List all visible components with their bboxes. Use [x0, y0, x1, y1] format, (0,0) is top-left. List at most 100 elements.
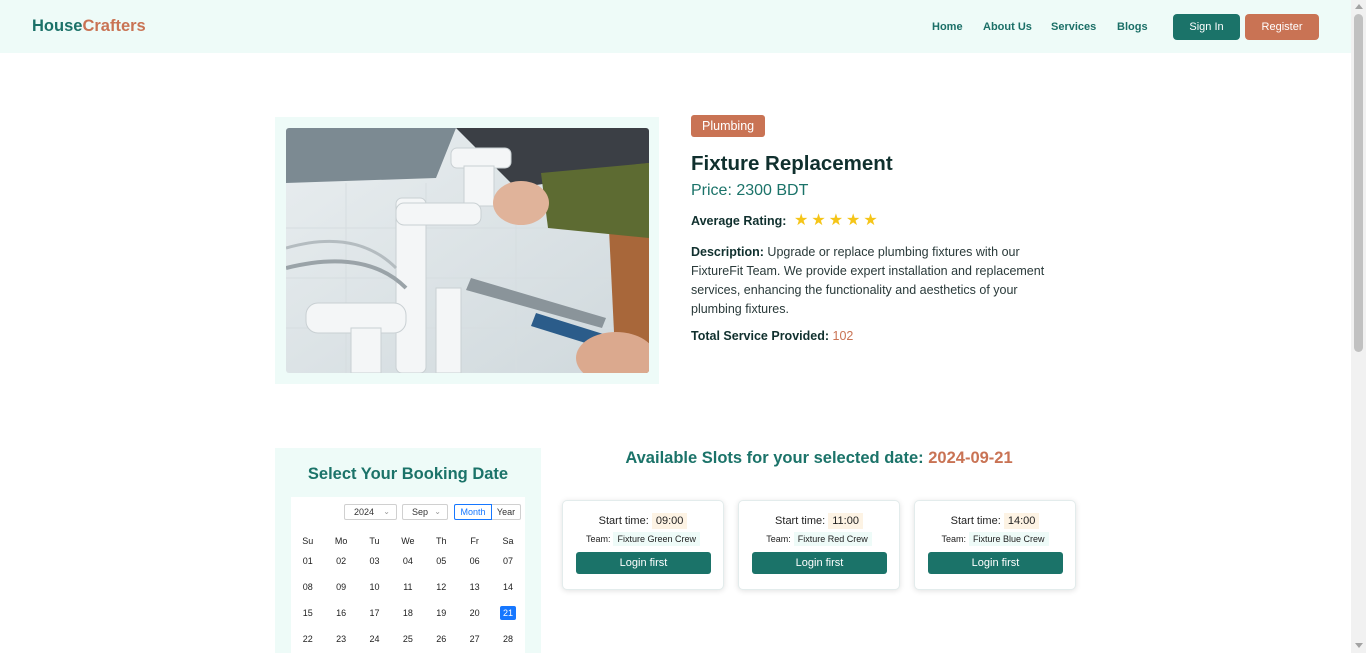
calendar-day[interactable]: 04	[391, 554, 424, 580]
year-select[interactable]: 2024 ⌄	[344, 504, 397, 520]
slot-start-time: Start time: 11:00	[739, 513, 899, 529]
booking-calendar-card: Select Your Booking Date 2024 ⌄ Sep ⌄ Mont…	[275, 448, 541, 653]
category-badge: Plumbing	[691, 115, 766, 137]
week-row: 08 09 10 11 12 13 14	[291, 580, 525, 606]
start-time-label: Start time:	[950, 515, 1001, 527]
service-image	[286, 128, 649, 373]
nav-about-us[interactable]: About Us	[983, 21, 1032, 33]
calendar-day[interactable]: 03	[358, 554, 391, 580]
total-label: Total Service Provided:	[691, 329, 830, 343]
slots-heading-text: Available Slots for your selected date:	[625, 449, 924, 467]
start-time-value: 09:00	[651, 513, 688, 529]
calendar-grid: Su Mo Tu We Th Fr Sa 01 02 03 04 05 06 0…	[291, 534, 525, 653]
total-service-provided: Total Service Provided: 102	[691, 329, 853, 343]
slot-card: Start time: 14:00 Team: Fixture Blue Crew…	[914, 500, 1076, 590]
login-first-button[interactable]: Login first	[752, 552, 887, 574]
start-time-label: Start time:	[775, 515, 826, 527]
calendar-day[interactable]: 13	[458, 580, 491, 606]
calendar-day[interactable]: 12	[425, 580, 458, 606]
month-select[interactable]: Sep ⌄	[402, 504, 448, 520]
logo-crafters: Crafters	[82, 17, 146, 35]
register-button[interactable]: Register	[1245, 14, 1319, 40]
weekday: Mo	[334, 536, 348, 546]
star-icon: ★	[846, 212, 861, 229]
calendar-day[interactable]: 05	[425, 554, 458, 580]
login-first-button[interactable]: Login first	[576, 552, 711, 574]
scroll-thumb[interactable]	[1354, 14, 1363, 352]
calendar-day[interactable]: 16	[324, 606, 357, 632]
calendar-day[interactable]: 15	[291, 606, 324, 632]
weekday: Th	[436, 536, 447, 546]
service-title: Fixture Replacement	[691, 152, 893, 175]
calendar-title: Select Your Booking Date	[307, 465, 509, 483]
nav-services[interactable]: Services	[1051, 21, 1096, 33]
calendar-day[interactable]: 23	[324, 632, 357, 653]
calendar-day[interactable]: 08	[291, 580, 324, 606]
scrollbar[interactable]	[1351, 0, 1366, 653]
slot-team: Team: Fixture Blue Crew	[915, 532, 1075, 546]
navbar: HouseCrafters Home About Us Services Blo…	[0, 0, 1351, 53]
calendar-day[interactable]: 24	[358, 632, 391, 653]
sign-in-button[interactable]: Sign In	[1173, 14, 1240, 40]
start-time-value: 14:00	[1003, 513, 1040, 529]
calendar-day[interactable]: 01	[291, 554, 324, 580]
calendar-day[interactable]: 26	[425, 632, 458, 653]
team-label: Team:	[585, 534, 611, 544]
calendar-day[interactable]: 09	[324, 580, 357, 606]
scroll-up-arrow-icon[interactable]	[1355, 4, 1363, 9]
team-name: Fixture Green Crew	[613, 532, 701, 546]
calendar-day-selected[interactable]: 21	[491, 606, 524, 632]
year-select-value: 2024	[354, 507, 375, 517]
slot-card: Start time: 11:00 Team: Fixture Red Crew …	[738, 500, 900, 590]
slot-card: Start time: 09:00 Team: Fixture Green Cre…	[562, 500, 724, 590]
nav-blogs[interactable]: Blogs	[1117, 21, 1148, 33]
calendar-day[interactable]: 20	[458, 606, 491, 632]
calendar-day[interactable]: 19	[425, 606, 458, 632]
scroll-down-arrow-icon[interactable]	[1355, 643, 1363, 648]
chevron-down-icon: ⌄	[383, 507, 390, 516]
calendar-day[interactable]: 28	[491, 632, 524, 653]
logo-house: House	[32, 17, 83, 35]
logo[interactable]: HouseCrafters	[32, 17, 146, 36]
calendar-day[interactable]: 02	[324, 554, 357, 580]
weekday: We	[401, 536, 415, 546]
service-image-card	[275, 117, 659, 384]
total-value: 102	[832, 329, 854, 343]
weekday: Su	[302, 536, 314, 546]
start-time-label: Start time:	[598, 515, 649, 527]
page: HouseCrafters Home About Us Services Blo…	[0, 0, 1366, 653]
calendar-widget: 2024 ⌄ Sep ⌄ Month Year Su Mo Tu We Th Fr …	[291, 497, 525, 653]
calendar-day[interactable]: 06	[458, 554, 491, 580]
plumber-photo-icon	[286, 128, 649, 373]
login-first-button[interactable]: Login first	[928, 552, 1063, 574]
mode-year-button[interactable]: Year	[492, 504, 521, 520]
team-name: Fixture Blue Crew	[968, 532, 1049, 546]
calendar-day[interactable]: 10	[358, 580, 391, 606]
week-row: 15 16 17 18 19 20 21	[291, 606, 525, 632]
team-name: Fixture Red Crew	[793, 532, 872, 546]
calendar-day[interactable]: 14	[491, 580, 524, 606]
star-icon: ★	[811, 212, 826, 229]
week-row: 22 23 24 25 26 27 28	[291, 632, 525, 653]
selected-date: 2024-09-21	[928, 449, 1013, 467]
nav-home[interactable]: Home	[932, 21, 963, 33]
slot-team: Team: Fixture Red Crew	[739, 532, 899, 546]
star-icon: ★	[863, 212, 878, 229]
calendar-day[interactable]: 17	[358, 606, 391, 632]
weekday: Sa	[502, 536, 514, 546]
calendar-day[interactable]: 18	[391, 606, 424, 632]
calendar-day[interactable]: 27	[458, 632, 491, 653]
slot-start-time: Start time: 14:00	[915, 513, 1075, 529]
weekday: Fr	[470, 536, 479, 546]
team-label: Team:	[766, 534, 791, 544]
team-label: Team:	[941, 534, 966, 544]
mode-month-button[interactable]: Month	[454, 504, 492, 520]
weekday-row: Su Mo Tu We Th Fr Sa	[291, 534, 525, 554]
calendar-day[interactable]: 25	[391, 632, 424, 653]
calendar-day[interactable]: 07	[491, 554, 524, 580]
calendar-day[interactable]: 11	[391, 580, 424, 606]
calendar-day[interactable]: 22	[291, 632, 324, 653]
star-icon: ★	[828, 212, 844, 229]
service-description: Description: Upgrade or replace plumbing…	[691, 243, 1061, 319]
week-row: 01 02 03 04 05 06 07	[291, 554, 525, 580]
